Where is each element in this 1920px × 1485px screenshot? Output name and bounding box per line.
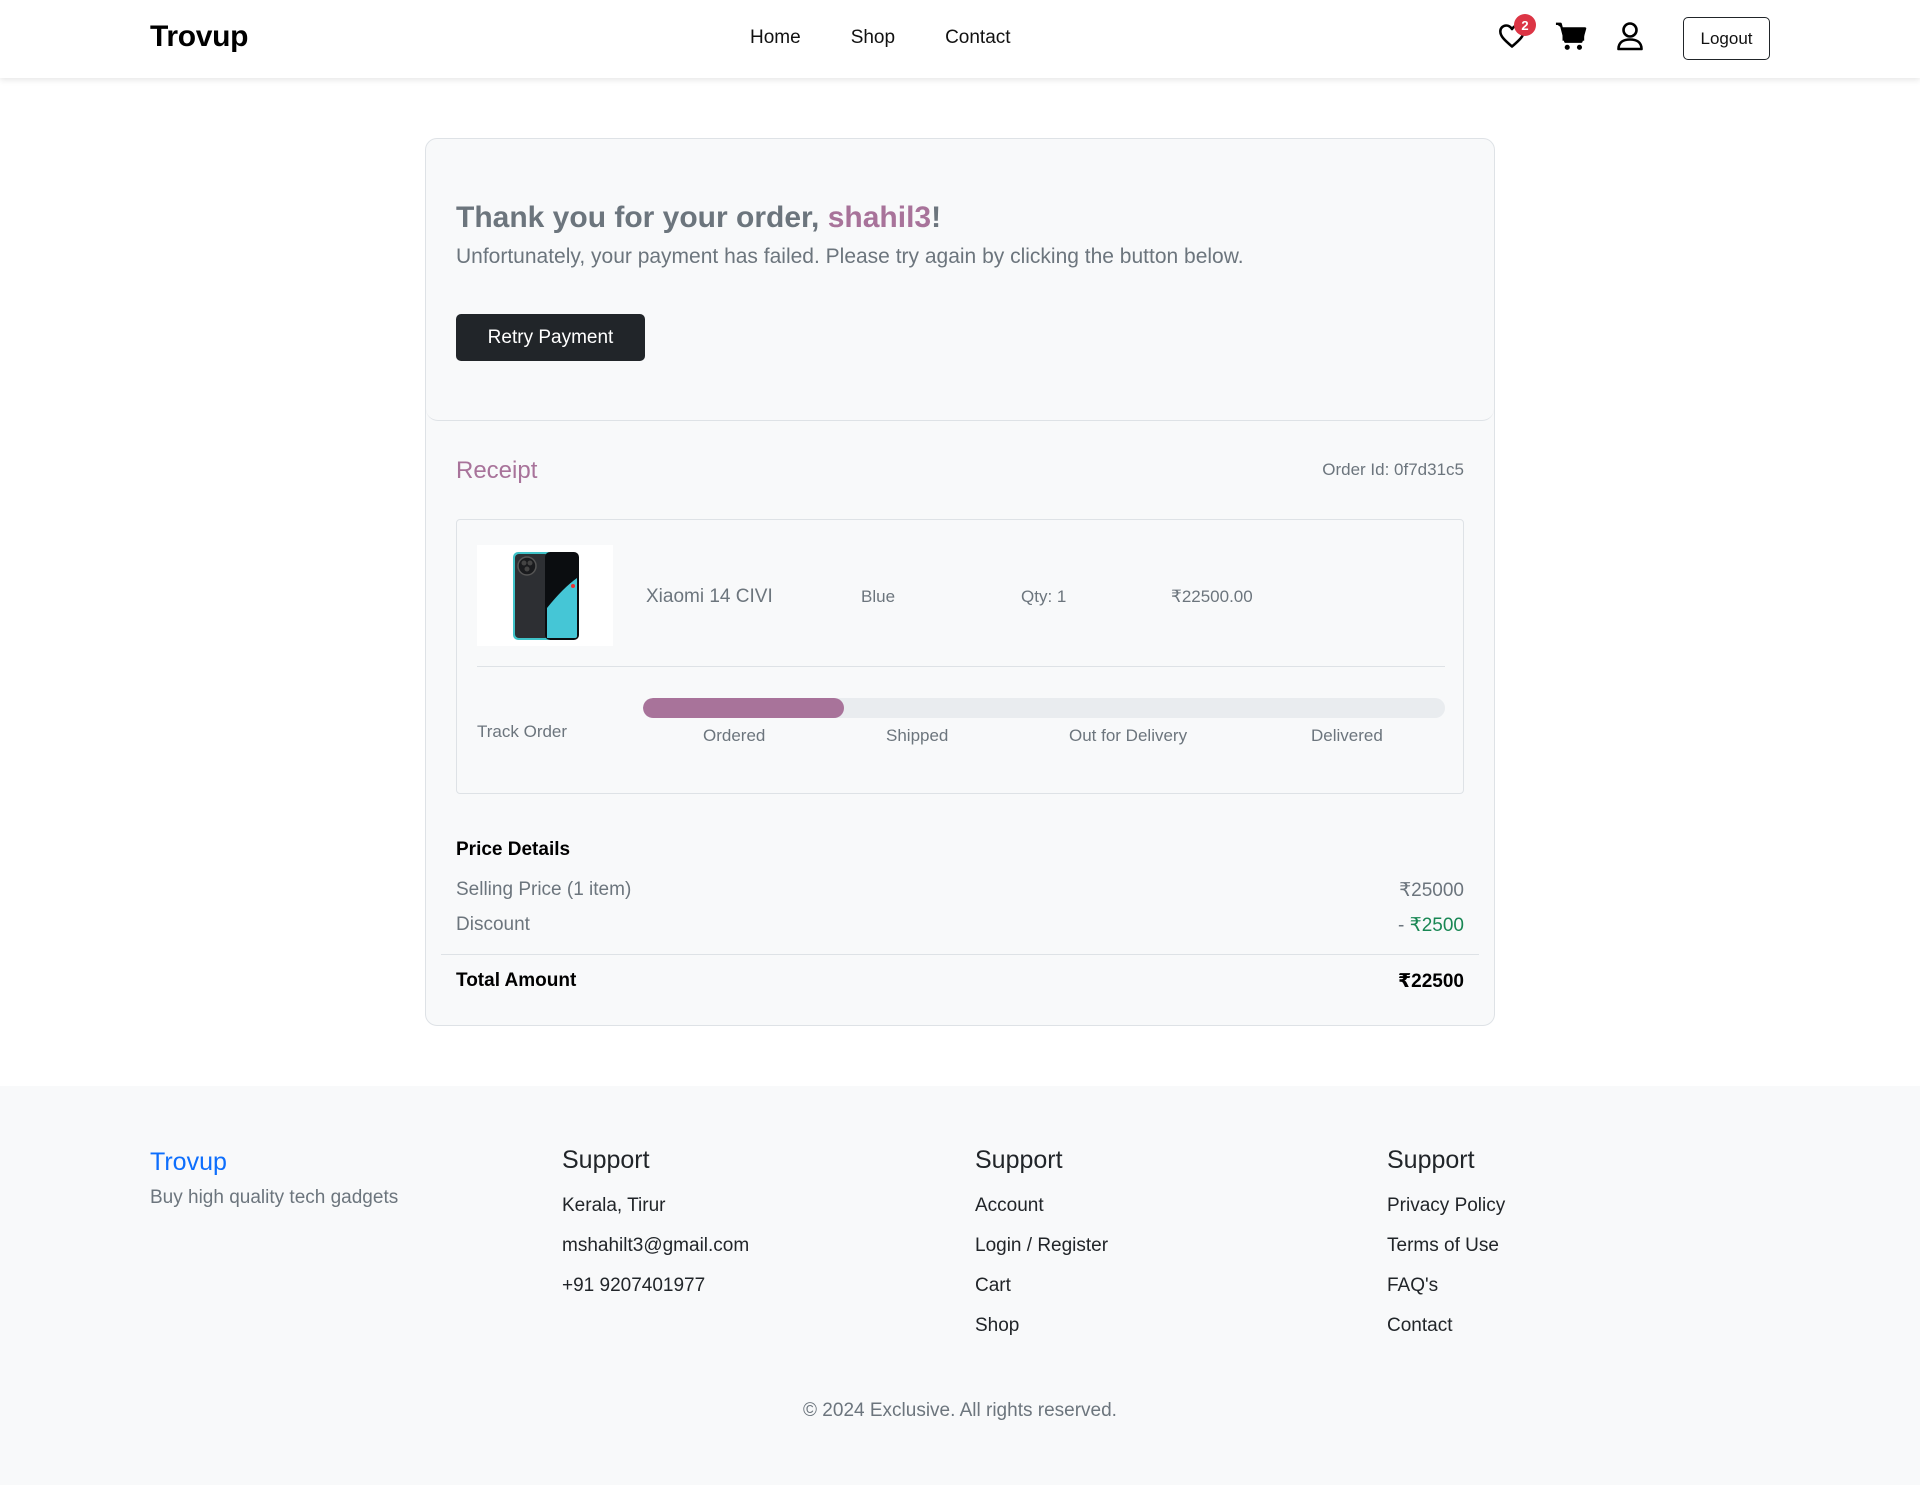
payment-failed-message: Unfortunately, your payment has failed. … — [456, 245, 1244, 268]
footer-column-title: Support — [562, 1146, 650, 1174]
step-out-for-delivery: Out for Delivery — [1069, 726, 1188, 745]
footer-column-legal: Support Privacy Policy Terms of Use FAQ'… — [1387, 1146, 1505, 1352]
footer-link-login-register[interactable]: Login / Register — [975, 1232, 1108, 1272]
footer-column-title: Support — [1387, 1146, 1475, 1174]
product-price: ₹22500.00 — [1171, 587, 1253, 606]
divider — [441, 954, 1479, 955]
selling-price-label: Selling Price (1 item) — [456, 879, 632, 900]
order-card: Thank you for your order, shahil3! Unfor… — [425, 138, 1495, 1026]
nav-home[interactable]: Home — [750, 27, 801, 49]
exclamation: ! — [931, 201, 942, 234]
footer-tagline: Buy high quality tech gadgets — [150, 1187, 399, 1208]
footer-link-privacy[interactable]: Privacy Policy — [1387, 1192, 1505, 1232]
footer-column-title: Support — [975, 1146, 1063, 1174]
discount-value-wrapper: - ₹2500 — [1398, 914, 1464, 937]
account-button[interactable] — [1614, 18, 1646, 54]
track-order-label: Track Order — [477, 722, 568, 741]
main-nav: Home Shop Contact — [750, 27, 1011, 49]
phone-product-image — [513, 551, 579, 640]
cart-icon — [1555, 22, 1587, 50]
order-item: Xiaomi 14 CIVI Blue Qty: 1 ₹22500.00 Tra… — [456, 519, 1464, 794]
total-value: ₹22500 — [1397, 971, 1464, 992]
copyright: © 2024 Exclusive. All rights reserved. — [803, 1400, 1117, 1421]
nav-shop[interactable]: Shop — [851, 27, 895, 49]
user-icon — [1617, 22, 1643, 51]
discount-row: Discount - ₹2500 — [456, 914, 1464, 937]
cart-button[interactable] — [1555, 18, 1587, 54]
footer-brand[interactable]: Trovup — [150, 1148, 227, 1177]
wishlist-count-badge: 2 — [1514, 14, 1536, 36]
product-name: Xiaomi 14 CIVI — [646, 586, 773, 607]
footer-address: Kerala, Tirur — [562, 1195, 666, 1216]
footer-link-contact[interactable]: Contact — [1387, 1312, 1505, 1352]
username: shahil3 — [827, 201, 932, 234]
footer-link-account[interactable]: Account — [975, 1192, 1108, 1232]
total-label: Total Amount — [456, 970, 577, 991]
thank-you-heading: Thank you for your order, shahil3! — [456, 201, 941, 235]
product-color: Blue — [861, 587, 896, 606]
thank-you-text: Thank you for your order, — [456, 201, 828, 234]
product-quantity: Qty: 1 — [1021, 587, 1067, 606]
footer-link-shop[interactable]: Shop — [975, 1312, 1108, 1352]
footer-phone: +91 9207401977 — [562, 1275, 706, 1296]
retry-payment-button[interactable]: Retry Payment — [456, 314, 645, 361]
divider — [477, 666, 1445, 667]
header-icons: 2 — [1496, 14, 1646, 54]
discount-label: Discount — [456, 914, 530, 935]
footer-link-terms[interactable]: Terms of Use — [1387, 1232, 1505, 1272]
brand-logo[interactable]: Trovup — [150, 20, 249, 54]
total-row: Total Amount ₹22500 — [456, 970, 1464, 993]
discount-value: - ₹2500 — [1398, 915, 1464, 936]
wishlist-button[interactable]: 2 — [1496, 14, 1536, 54]
logout-button[interactable]: Logout — [1683, 17, 1770, 60]
price-details-title: Price Details — [456, 839, 571, 860]
step-delivered: Delivered — [1311, 726, 1383, 745]
selling-price-row: Selling Price (1 item) ₹25000 — [456, 879, 1464, 902]
site-footer: Trovup Buy high quality tech gadgets Sup… — [0, 1086, 1920, 1485]
receipt-title: Receipt — [456, 457, 538, 484]
footer-column-contact: Support Kerala, Tirur mshahilt3@gmail.co… — [562, 1146, 749, 1312]
product-image — [477, 545, 613, 646]
site-header: Trovup Home Shop Contact 2 Logout — [0, 0, 1920, 78]
step-ordered: Ordered — [703, 726, 766, 745]
selling-price-value: ₹25000 — [1399, 880, 1464, 901]
discount-sign: - — [1398, 915, 1410, 936]
payment-status-section: Thank you for your order, shahil3! Unfor… — [426, 139, 1494, 421]
footer-link-faq[interactable]: FAQ's — [1387, 1272, 1505, 1312]
nav-contact[interactable]: Contact — [945, 27, 1010, 49]
footer-link-cart[interactable]: Cart — [975, 1272, 1108, 1312]
order-id: Order Id: 0f7d31c5 — [1322, 460, 1464, 479]
footer-column-account: Support Account Login / Register Cart Sh… — [975, 1146, 1108, 1352]
footer-email: mshahilt3@gmail.com — [562, 1235, 750, 1256]
discount-amount: ₹2500 — [1409, 915, 1464, 936]
order-progress-bar — [643, 698, 1445, 718]
step-shipped: Shipped — [886, 726, 949, 745]
order-progress-fill — [643, 698, 844, 718]
